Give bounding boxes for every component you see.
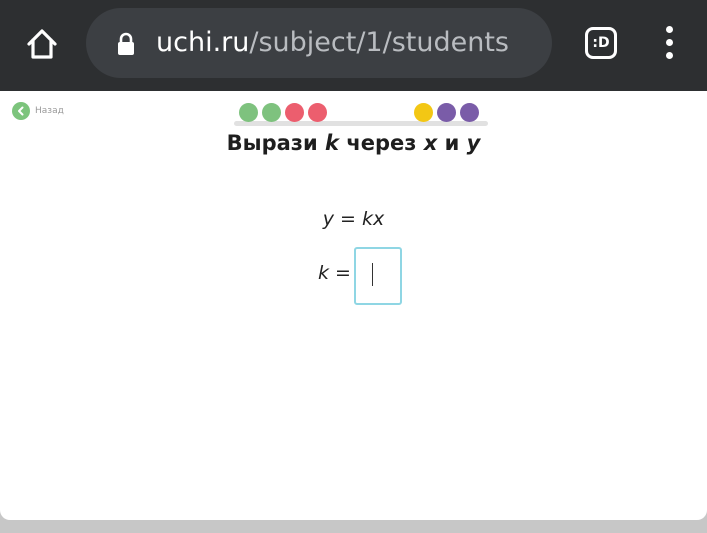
- task-title: Вырази k через x и y: [0, 131, 707, 155]
- answer-input[interactable]: [354, 247, 402, 305]
- title-middle: через: [339, 131, 424, 155]
- chevron-left-icon: [12, 102, 30, 120]
- back-label: Назад: [35, 106, 64, 116]
- title-prefix: Вырази: [226, 131, 326, 155]
- title-var-x: x: [423, 131, 438, 155]
- page-content: Назад Вырази k через x и y y = kx k =: [0, 91, 707, 520]
- text-caret: [372, 263, 373, 286]
- progress-dot-pending: [414, 103, 433, 122]
- progress-dot-pending: [437, 103, 456, 122]
- address-bar[interactable]: uchi.ru/subject/1/students: [86, 8, 552, 78]
- tab-switcher-label: :D: [592, 35, 610, 51]
- progress-dot-correct: [239, 103, 258, 122]
- home-button[interactable]: [20, 22, 64, 66]
- url-text[interactable]: uchi.ru/subject/1/students: [156, 26, 509, 60]
- lock-icon: [118, 32, 134, 55]
- tab-switcher-button[interactable]: :D: [585, 27, 617, 59]
- kebab-menu-icon[interactable]: [658, 26, 682, 60]
- url-path: /subject/1/students: [249, 27, 509, 58]
- browser-toolbar: uchi.ru/subject/1/students :D: [0, 0, 707, 91]
- progress-dot-correct: [262, 103, 281, 122]
- given-equation: y = kx: [322, 208, 385, 230]
- answer-label: k =: [318, 262, 351, 284]
- home-icon: [27, 29, 57, 59]
- title-and: и: [437, 131, 467, 155]
- progress-dot-pending: [460, 103, 479, 122]
- progress-dot-wrong: [285, 103, 304, 122]
- url-domain: uchi.ru: [156, 27, 250, 58]
- title-var-y: y: [466, 131, 481, 155]
- progress-dot-wrong: [308, 103, 327, 122]
- back-button[interactable]: Назад: [12, 102, 64, 120]
- title-var-k: k: [325, 131, 340, 155]
